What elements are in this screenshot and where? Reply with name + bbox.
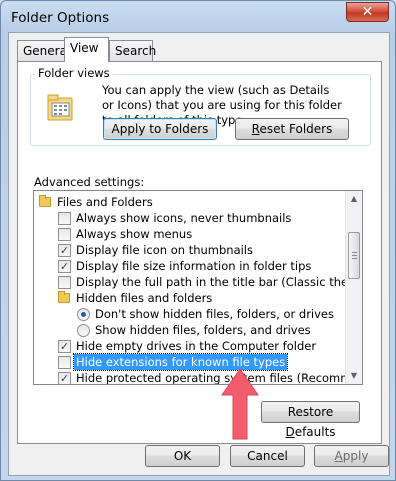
radio-button[interactable]	[77, 324, 90, 337]
scroll-down-arrow-icon[interactable]: ▼	[346, 368, 362, 384]
tree-checkbox-option[interactable]: ✓ Hide protected operating system files (…	[34, 370, 362, 384]
folder-views-icon	[47, 94, 73, 121]
checkbox[interactable]: ✓	[58, 340, 71, 353]
close-button[interactable]: ✕	[346, 2, 389, 22]
tree-item-label: Show hidden files, folders, and drives	[95, 323, 311, 337]
advanced-settings-tree[interactable]: Files and Folders Always show icons, neve…	[33, 190, 363, 385]
radio-button[interactable]	[77, 308, 90, 321]
window-title: Folder Options	[11, 10, 110, 26]
tab-view-label: View	[70, 41, 99, 55]
tree-scrollbar[interactable]: ▲ ▼	[345, 191, 362, 384]
folder-icon	[39, 195, 51, 207]
tree-item-label: Always show menus	[76, 227, 193, 241]
scroll-up-arrow-icon[interactable]: ▲	[346, 191, 362, 207]
tree-radio-option[interactable]: Don't show hidden files, folders, or dri…	[34, 306, 344, 322]
tree-item-label: Files and Folders	[57, 195, 153, 209]
annotation-arrow-icon	[221, 368, 259, 440]
folder-options-window: Folder Options ✕ General View Search Fol…	[0, 0, 396, 481]
tree-checkbox-option[interactable]: ✓ Hide empty drives in the Computer folde…	[34, 338, 344, 354]
tree-radio-option[interactable]: Show hidden files, folders, and drives	[34, 322, 344, 338]
tree-item-label: Don't show hidden files, folders, or dri…	[95, 307, 335, 321]
tree-checkbox-option[interactable]: ✓ Display file icon on thumbnails	[34, 242, 344, 258]
checkbox[interactable]	[58, 228, 71, 241]
tree-item-label: Hidden files and folders	[76, 291, 213, 305]
tab-view[interactable]: View	[64, 37, 109, 62]
scroll-thumb[interactable]	[348, 232, 360, 279]
tree-folder-node: Hidden files and folders	[34, 290, 344, 306]
reset-folders-button[interactable]: Reset Folders	[235, 118, 349, 140]
restore-defaults-button[interactable]: Restore Defaults	[261, 401, 360, 439]
tree-item-label: Hide empty drives in the Computer folder	[76, 339, 317, 353]
tree-item-label: Display file icon on thumbnails	[76, 243, 253, 257]
tree-item-label: Display the full path in the title bar (…	[76, 275, 362, 289]
tree-checkbox-option[interactable]: Hide extensions for known file types	[34, 353, 344, 371]
checkbox[interactable]: ✓	[58, 372, 71, 384]
advanced-settings-label: Advanced settings:	[34, 175, 145, 189]
checkbox[interactable]: ✓	[58, 260, 71, 273]
ok-button[interactable]: OK	[145, 445, 220, 467]
tree-item-label: Display file size information in folder …	[76, 259, 312, 273]
tree-checkbox-option[interactable]: Always show icons, never thumbnails	[34, 210, 344, 226]
apply-button[interactable]: Apply	[314, 445, 389, 467]
tab-search-label: Search	[115, 44, 157, 58]
close-icon: ✕	[361, 4, 374, 20]
cancel-button[interactable]: Cancel	[230, 445, 305, 467]
tree-folder-node: Files and Folders	[34, 194, 344, 210]
tree-checkbox-option[interactable]: ✓ Display file size information in folder…	[34, 258, 344, 274]
apply-to-folders-button[interactable]: Apply to Folders	[103, 118, 217, 140]
checkbox[interactable]: ✓	[58, 244, 71, 257]
tab-search[interactable]: Search	[109, 40, 157, 61]
checkbox[interactable]	[58, 356, 71, 369]
tab-general[interactable]: General	[17, 40, 70, 61]
folder-views-label: Folder views	[35, 66, 113, 80]
tree-checkbox-option[interactable]: Display the full path in the title bar (…	[34, 274, 362, 290]
tree-checkbox-option[interactable]: Always show menus	[34, 226, 344, 242]
checkbox[interactable]	[58, 212, 71, 225]
checkbox[interactable]	[58, 276, 71, 289]
folder-icon	[58, 291, 70, 303]
tree-item-label: Always show icons, never thumbnails	[76, 211, 292, 225]
